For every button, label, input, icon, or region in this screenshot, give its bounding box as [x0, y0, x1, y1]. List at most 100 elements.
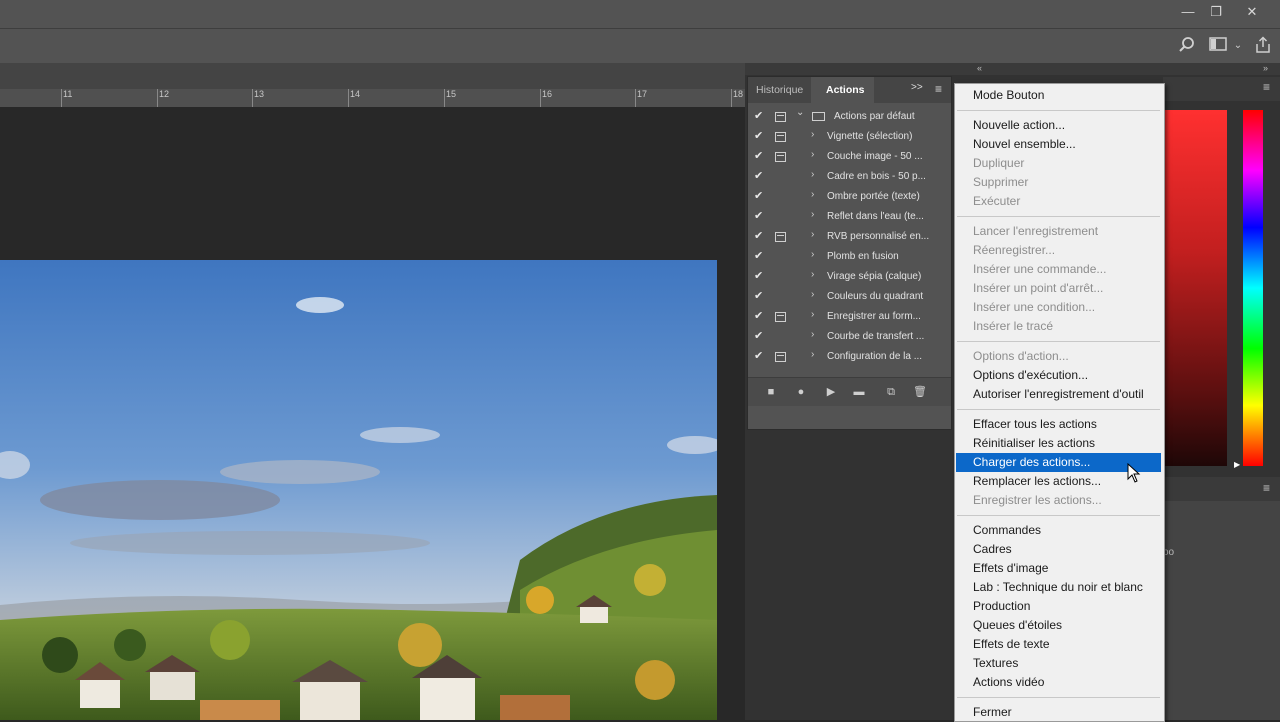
menu-item[interactable]: Insérer une condition...: [956, 298, 1161, 317]
menu-item[interactable]: Fermer: [956, 703, 1161, 722]
action-row[interactable]: ✔ › Couche image - 50 ...: [748, 147, 951, 167]
trash-icon[interactable]: 🗑: [911, 383, 929, 401]
menu-separator: [957, 515, 1160, 516]
action-row[interactable]: ✔ › Cadre en bois - 50 p...: [748, 167, 951, 187]
toggle-check-icon[interactable]: ✔: [754, 289, 766, 302]
tab-historique[interactable]: Historique: [748, 77, 812, 103]
menu-item[interactable]: Nouvelle action...: [956, 116, 1161, 135]
chevron-down-icon[interactable]: ⌄: [1231, 36, 1245, 56]
menu-item[interactable]: Mode Bouton: [956, 86, 1161, 105]
menu-item[interactable]: Effets de texte: [956, 635, 1161, 654]
menu-item[interactable]: Supprimer: [956, 173, 1161, 192]
action-row[interactable]: ✔ › Ombre portée (texte): [748, 187, 951, 207]
action-row[interactable]: ✔ › Vignette (sélection): [748, 127, 951, 147]
chevron-right-icon[interactable]: ›: [811, 249, 814, 260]
menu-item[interactable]: Insérer un point d'arrêt...: [956, 279, 1161, 298]
menu-item[interactable]: Effacer tous les actions: [956, 415, 1161, 434]
hue-slider[interactable]: [1243, 110, 1263, 466]
menu-item[interactable]: Dupliquer: [956, 154, 1161, 173]
menu-item[interactable]: Exécuter: [956, 192, 1161, 211]
menu-item[interactable]: Actions vidéo: [956, 673, 1161, 692]
menu-item[interactable]: Enregistrer les actions...: [956, 491, 1161, 510]
menu-item[interactable]: Insérer le tracé: [956, 317, 1161, 336]
chevron-right-icon[interactable]: ›: [811, 209, 814, 220]
panel-menu-icon[interactable]: ≡: [935, 82, 942, 96]
dialog-toggle-icon[interactable]: [775, 152, 786, 162]
chevron-right-icon[interactable]: ›: [811, 229, 814, 240]
document-image[interactable]: [0, 260, 717, 720]
menu-item[interactable]: Réenregistrer...: [956, 241, 1161, 260]
menu-item[interactable]: Lancer l'enregistrement: [956, 222, 1161, 241]
toggle-check-icon[interactable]: ✔: [754, 109, 766, 122]
toggle-check-icon[interactable]: ✔: [754, 269, 766, 282]
chevron-right-icon[interactable]: ›: [811, 309, 814, 320]
action-label: Configuration de la ...: [827, 351, 923, 362]
color-field[interactable]: [1163, 110, 1227, 466]
menu-item[interactable]: Textures: [956, 654, 1161, 673]
action-row[interactable]: ✔ › RVB personnalisé en...: [748, 227, 951, 247]
toggle-check-icon[interactable]: ✔: [754, 329, 766, 342]
menu-item[interactable]: Queues d'étoiles: [956, 616, 1161, 635]
action-row[interactable]: ✔ › Plomb en fusion: [748, 247, 951, 267]
action-row[interactable]: ✔ › Configuration de la ...: [748, 347, 951, 367]
menu-item[interactable]: Autoriser l'enregistrement d'outil: [956, 385, 1161, 404]
tab-actions[interactable]: Actions: [818, 77, 873, 103]
menu-item[interactable]: Lab : Technique du noir et blanc: [956, 578, 1161, 597]
toggle-check-icon[interactable]: ✔: [754, 249, 766, 262]
toggle-check-icon[interactable]: ✔: [754, 229, 766, 242]
folder-icon[interactable]: ▬: [850, 383, 868, 401]
toggle-check-icon[interactable]: ✔: [754, 189, 766, 202]
action-row[interactable]: ✔ › Couleurs du quadrant: [748, 287, 951, 307]
toggle-check-icon[interactable]: ✔: [754, 149, 766, 162]
toggle-check-icon[interactable]: ✔: [754, 169, 766, 182]
toggle-check-icon[interactable]: ✔: [754, 309, 766, 322]
chevron-down-icon[interactable]: ⌄: [796, 107, 804, 118]
action-row[interactable]: ✔ › Enregistrer au form...: [748, 307, 951, 327]
play-icon[interactable]: ▶: [822, 383, 840, 401]
action-set-row[interactable]: ✔ ⌄ Actions par défaut: [748, 107, 951, 127]
panel-menu-icon[interactable]: ≡: [1263, 80, 1270, 94]
menu-item[interactable]: Effets d'image: [956, 559, 1161, 578]
share-icon[interactable]: [1252, 36, 1274, 56]
action-row[interactable]: ✔ › Virage sépia (calque): [748, 267, 951, 287]
hue-marker-icon[interactable]: ▶: [1234, 460, 1240, 469]
toggle-check-icon[interactable]: ✔: [754, 129, 766, 142]
menu-item[interactable]: Production: [956, 597, 1161, 616]
menu-item[interactable]: Options d'action...: [956, 347, 1161, 366]
chevron-right-icon[interactable]: ›: [811, 149, 814, 160]
panel-menu-icon[interactable]: ≡: [1263, 481, 1270, 495]
dialog-toggle-icon[interactable]: [775, 312, 786, 322]
dialog-toggle-icon[interactable]: [775, 132, 786, 142]
close-button[interactable]: ✕: [1237, 2, 1267, 24]
menu-item[interactable]: Insérer une commande...: [956, 260, 1161, 279]
menu-item[interactable]: Cadres: [956, 540, 1161, 559]
action-row[interactable]: ✔ › Courbe de transfert ...: [748, 327, 951, 347]
panel-expand-icon[interactable]: >>: [911, 82, 923, 93]
dialog-toggle-icon[interactable]: [775, 232, 786, 242]
collapse-icon[interactable]: »: [1263, 63, 1268, 73]
record-icon[interactable]: ●: [792, 383, 810, 401]
chevron-right-icon[interactable]: ›: [811, 129, 814, 140]
chevron-right-icon[interactable]: ›: [811, 269, 814, 280]
menu-item[interactable]: Nouvel ensemble...: [956, 135, 1161, 154]
dialog-toggle-icon[interactable]: [775, 352, 786, 362]
search-icon[interactable]: [1176, 36, 1198, 56]
minimize-button[interactable]: —: [1173, 2, 1203, 24]
dialog-toggle-icon[interactable]: [775, 112, 786, 122]
menu-item[interactable]: Options d'exécution...: [956, 366, 1161, 385]
toggle-check-icon[interactable]: ✔: [754, 209, 766, 222]
chevron-right-icon[interactable]: ›: [811, 189, 814, 200]
chevron-right-icon[interactable]: ›: [811, 169, 814, 180]
chevron-right-icon[interactable]: ›: [811, 289, 814, 300]
workspace-icon[interactable]: [1207, 36, 1229, 56]
chevron-right-icon[interactable]: ›: [811, 349, 814, 360]
restore-button[interactable]: ❐: [1201, 2, 1231, 24]
toggle-check-icon[interactable]: ✔: [754, 349, 766, 362]
action-row[interactable]: ✔ › Reflet dans l'eau (te...: [748, 207, 951, 227]
collapse-icon[interactable]: «: [977, 63, 982, 73]
stop-icon[interactable]: ■: [762, 383, 780, 401]
new-action-icon[interactable]: ⧉: [882, 383, 900, 401]
menu-item[interactable]: Commandes: [956, 521, 1161, 540]
chevron-right-icon[interactable]: ›: [811, 329, 814, 340]
menu-item[interactable]: Réinitialiser les actions: [956, 434, 1161, 453]
